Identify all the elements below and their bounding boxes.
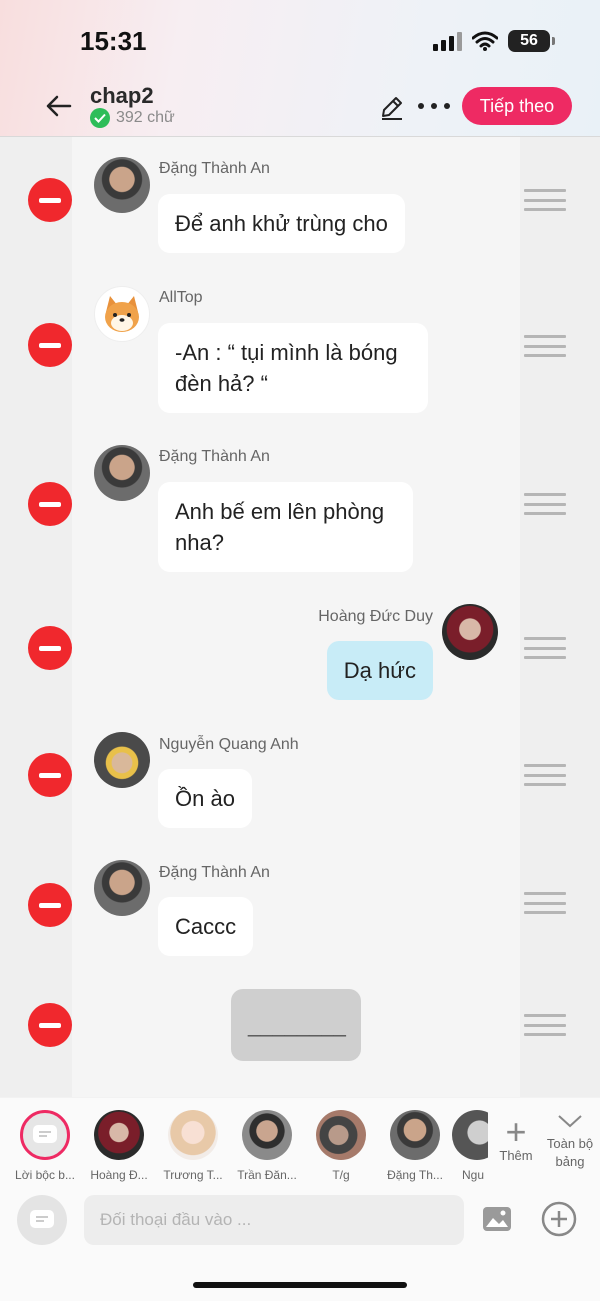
- character-tran[interactable]: Trần Đăn...: [230, 1110, 304, 1182]
- narration-toggle-button[interactable]: [17, 1195, 67, 1245]
- add-button[interactable]: [540, 1200, 578, 1238]
- home-indicator: [193, 1282, 407, 1288]
- drag-handle-icon[interactable]: [524, 892, 566, 914]
- edit-button[interactable]: [378, 93, 406, 121]
- view-all-label: Toàn bộ bảng: [546, 1136, 594, 1169]
- character-dang-th[interactable]: Đặng Th...: [378, 1110, 452, 1182]
- drag-handle-icon[interactable]: [524, 1014, 566, 1036]
- top-bar: 15:31 56 chap2 392 chữ Tiếp theo: [0, 0, 600, 137]
- avatar-alltop[interactable]: [94, 286, 150, 342]
- drag-handle-icon[interactable]: [524, 764, 566, 786]
- more-options-button[interactable]: [418, 94, 450, 118]
- dialogue-input[interactable]: [84, 1195, 464, 1245]
- avatar: [390, 1110, 440, 1160]
- character-tray: Lời bộc b... Hoàng Đ... Trương T... Trần…: [0, 1098, 600, 1301]
- delete-button[interactable]: [28, 178, 72, 222]
- chevron-down-icon: [558, 1115, 582, 1128]
- message-bubble[interactable]: Dạ hức: [326, 641, 433, 700]
- speaker-name: Đặng Thành An: [159, 448, 270, 465]
- drag-handle-icon[interactable]: [524, 493, 566, 515]
- dot-icon: [431, 103, 437, 109]
- delete-button[interactable]: [28, 482, 72, 526]
- plus-icon: +: [505, 1111, 527, 1152]
- avatar-dang-thanh-an[interactable]: [94, 445, 150, 501]
- character-label: T/g: [332, 1168, 350, 1182]
- add-label: Thêm: [499, 1148, 533, 1163]
- back-button[interactable]: [40, 88, 76, 124]
- shiba-icon: [105, 296, 139, 332]
- character-ngu[interactable]: Ngu: [452, 1110, 488, 1182]
- character-label: Đặng Th...: [387, 1168, 443, 1182]
- character-label: Hoàng Đ...: [90, 1168, 148, 1182]
- character-label: Lời bộc b...: [15, 1168, 75, 1182]
- signal-icon: [433, 31, 462, 51]
- avatar-dang-thanh-an[interactable]: [94, 157, 150, 213]
- message-bubble[interactable]: -An : “ tụi mình là bóng đèn hả? “: [158, 323, 428, 413]
- dot-icon: [418, 103, 424, 109]
- message-bubble[interactable]: Ồn ào: [158, 769, 252, 828]
- speaker-name: Đặng Thành An: [159, 864, 270, 881]
- avatar: [242, 1110, 292, 1160]
- character-tg[interactable]: T/g: [304, 1110, 378, 1182]
- message-bubble[interactable]: Caccc: [158, 897, 254, 956]
- dot-icon: [444, 103, 450, 109]
- delete-button[interactable]: [28, 323, 72, 367]
- input-row: [0, 1192, 600, 1248]
- character-label: Trương T...: [163, 1168, 223, 1182]
- word-count-text: 392 chữ: [116, 109, 175, 126]
- chapter-title: chap2: [90, 83, 154, 108]
- character-label: Trần Đăn...: [237, 1168, 297, 1182]
- word-count: 392 chữ: [90, 108, 175, 128]
- view-all-button[interactable]: Toàn bộ bảng: [540, 1112, 600, 1171]
- drag-handle-icon[interactable]: [524, 637, 566, 659]
- delete-button[interactable]: [28, 753, 72, 797]
- image-icon: [483, 1207, 511, 1231]
- dialogue-list[interactable]: Đặng Thành An Để anh khử trùng cho AllTo…: [0, 137, 600, 1097]
- character-label: Ngu: [462, 1168, 485, 1182]
- status-time: 15:31: [80, 26, 147, 56]
- next-button[interactable]: Tiếp theo: [462, 87, 572, 125]
- check-icon: [90, 108, 110, 128]
- character-truong[interactable]: Trương T...: [156, 1110, 230, 1182]
- avatar-hoang-duc-duy[interactable]: [442, 604, 498, 660]
- avatar-dang-thanh-an[interactable]: [94, 860, 150, 916]
- speaker-name: Nguyễn Quang Anh: [159, 736, 299, 753]
- battery-icon: 56: [508, 30, 555, 52]
- pencil-icon: [382, 97, 402, 120]
- plus-circle-icon: [541, 1201, 577, 1237]
- add-character-button[interactable]: + Thêm: [494, 1111, 538, 1164]
- avatar: [452, 1110, 488, 1160]
- narration-icon: [30, 1210, 54, 1228]
- narration-icon: [20, 1110, 70, 1160]
- message-bubble[interactable]: Anh bế em lên phòng nha?: [158, 482, 413, 572]
- speaker-name: Đặng Thành An: [159, 160, 270, 177]
- status-icons: 56: [433, 30, 555, 52]
- avatar-nguyen-quang-anh[interactable]: [94, 732, 150, 788]
- delete-button[interactable]: [28, 626, 72, 670]
- delete-button[interactable]: [28, 1003, 72, 1047]
- avatar: [168, 1110, 218, 1160]
- avatar: [94, 1110, 144, 1160]
- narration-bubble[interactable]: ________: [231, 989, 361, 1061]
- delete-button[interactable]: [28, 883, 72, 927]
- avatar: [316, 1110, 366, 1160]
- character-hoang-duc[interactable]: Hoàng Đ...: [82, 1110, 156, 1182]
- character-narrator[interactable]: Lời bộc b...: [8, 1110, 82, 1182]
- wifi-icon: [472, 31, 498, 51]
- speaker-name: AllTop: [159, 289, 203, 306]
- insert-image-button[interactable]: [480, 1202, 514, 1236]
- arrow-left-icon: [46, 95, 72, 117]
- drag-handle-icon[interactable]: [524, 189, 566, 211]
- drag-handle-icon[interactable]: [524, 335, 566, 357]
- speaker-name: Hoàng Đức Duy: [318, 608, 433, 625]
- message-bubble[interactable]: Để anh khử trùng cho: [158, 194, 405, 253]
